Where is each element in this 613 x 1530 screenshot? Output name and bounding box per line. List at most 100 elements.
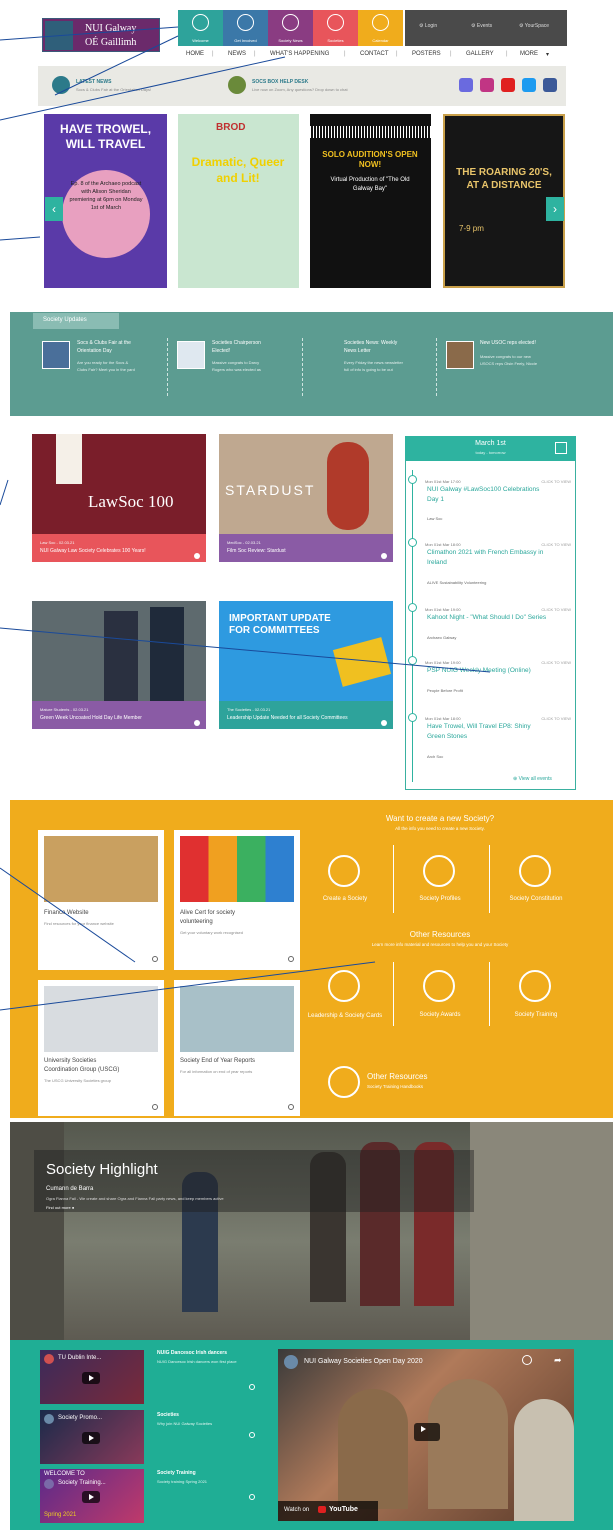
- instagram-icon[interactable]: [480, 78, 494, 92]
- events-link[interactable]: ⚙ Events: [471, 23, 492, 29]
- society-profiles-link[interactable]: Society Profiles: [395, 896, 485, 902]
- event-card-mature[interactable]: Mature Students - 02.03.21 Green Week Un…: [32, 601, 206, 729]
- yourspace-link[interactable]: ⚙ YourSpace: [519, 23, 549, 29]
- resource-card-uscg[interactable]: University Societies Coordination Group …: [38, 980, 164, 1116]
- nav-news[interactable]: NEWS: [228, 51, 246, 57]
- update-thumbnail[interactable]: [177, 341, 205, 369]
- handbooks-title[interactable]: Other Resources: [367, 1072, 427, 1081]
- arrow-icon[interactable]: [249, 1494, 255, 1500]
- tile-societies[interactable]: Societies: [313, 10, 358, 46]
- event-more-link[interactable]: CLICK TO VIEW: [541, 716, 571, 721]
- video-title[interactable]: NUIG Dancesoc Irish dancers: [157, 1350, 227, 1356]
- login-link[interactable]: ⚙ Login: [419, 23, 437, 29]
- nav-more[interactable]: MORE: [520, 51, 538, 57]
- update-title[interactable]: Societies News: Weekly: [344, 340, 397, 346]
- book-icon[interactable]: [519, 855, 551, 887]
- event-more-link[interactable]: CLICK TO VIEW: [541, 660, 571, 665]
- video-title[interactable]: Society Training: [157, 1470, 196, 1476]
- play-icon[interactable]: [414, 1423, 440, 1441]
- help-desk-text[interactable]: Live now on Zoom, Any questions? Drop do…: [252, 87, 348, 92]
- arrow-icon[interactable]: [249, 1384, 255, 1390]
- nav-contact[interactable]: CONTACT: [360, 51, 389, 57]
- arrow-icon[interactable]: [152, 1104, 158, 1110]
- people-icon[interactable]: [328, 855, 360, 887]
- tile-welcome[interactable]: Welcome: [178, 10, 223, 46]
- crown-icon[interactable]: [328, 970, 360, 1002]
- arrow-icon[interactable]: [381, 553, 387, 559]
- update-title-2[interactable]: News Letter: [344, 348, 371, 354]
- update-thumbnail[interactable]: [446, 341, 474, 369]
- resource-card-reports[interactable]: Society End of Year Reports For all info…: [174, 980, 300, 1116]
- event-title[interactable]: PSP NUIG Weekly Meeting (Online): [427, 667, 531, 674]
- play-icon[interactable]: [82, 1491, 100, 1503]
- arrow-icon[interactable]: [249, 1432, 255, 1438]
- discord-icon[interactable]: [459, 78, 473, 92]
- profile-icon[interactable]: [423, 855, 455, 887]
- event-title[interactable]: Kahoot Night - "What Should I Do" Series: [427, 614, 546, 621]
- calendar-event[interactable]: Mon 01st Mar 18:00 CLICK TO VIEW Have Tr…: [425, 716, 573, 766]
- event-title[interactable]: Climathon 2021 with French Embassy in: [427, 549, 543, 556]
- arrow-icon[interactable]: [194, 553, 200, 559]
- award-icon[interactable]: [423, 970, 455, 1002]
- nav-gallery[interactable]: GALLERY: [466, 51, 494, 57]
- latest-news-title[interactable]: LATEST NEWS: [76, 79, 111, 85]
- watch-on-youtube[interactable]: Watch on YouTube: [278, 1501, 378, 1521]
- update-title[interactable]: Societies Chairperson: [212, 340, 261, 346]
- video-title[interactable]: Societies: [157, 1412, 179, 1418]
- nav-posters[interactable]: POSTERS: [412, 51, 441, 57]
- highlight-link[interactable]: Find out more ●: [46, 1205, 74, 1210]
- society-awards-link[interactable]: Society Awards: [395, 1012, 485, 1018]
- resource-card-finance[interactable]: Finance Website Find resources for your …: [38, 830, 164, 970]
- event-card-lawsoc[interactable]: LawSoc 100 Law Soc - 02.03.21 NUI Galway…: [32, 434, 206, 562]
- calendar-icon[interactable]: [555, 442, 567, 454]
- resource-card-alive[interactable]: Alive Cert for society volunteering Get …: [174, 830, 300, 970]
- society-constitution-link[interactable]: Society Constitution: [490, 896, 582, 902]
- nav-home[interactable]: HOME: [186, 51, 204, 57]
- arrow-icon[interactable]: [152, 956, 158, 962]
- calendar-event[interactable]: Mon 01st Mar 19:00 CLICK TO VIEW Kahoot …: [425, 607, 573, 647]
- update-title[interactable]: New USOC reps elected!: [480, 340, 536, 346]
- tile-get-involved[interactable]: Get Involved: [223, 10, 268, 46]
- update-title[interactable]: Socs & Clubs Fair at the: [77, 340, 131, 346]
- facebook-icon[interactable]: [543, 78, 557, 92]
- event-title-2[interactable]: Green Stones: [427, 733, 467, 740]
- update-title-2[interactable]: Elected!: [212, 348, 230, 354]
- calendar-event[interactable]: Mon 01st Mar 18:00 CLICK TO VIEW Climath…: [425, 542, 573, 592]
- main-video-title[interactable]: NUI Galway Societies Open Day 2020: [304, 1358, 423, 1365]
- training-icon[interactable]: [519, 970, 551, 1002]
- highlight-society-name[interactable]: Cumann de Barra: [46, 1186, 93, 1192]
- event-title[interactable]: Have Trowel, Will Travel EP8: Shiny: [427, 723, 531, 730]
- create-society-link[interactable]: Create a Society: [300, 896, 390, 902]
- clock-icon[interactable]: [522, 1355, 532, 1365]
- event-title[interactable]: NUI Galway #LawSoc100 Celebrations: [427, 486, 539, 493]
- handbook-icon[interactable]: [328, 1066, 360, 1098]
- event-title-2[interactable]: Day 1: [427, 496, 444, 503]
- carousel-slide-drama[interactable]: BROD Dramatic, Queer and Lit!: [178, 114, 299, 288]
- carousel-prev-button[interactable]: ‹: [45, 197, 63, 221]
- tile-calendar[interactable]: Calendar: [358, 10, 403, 46]
- update-title-2[interactable]: Orientation Day: [77, 348, 112, 354]
- tile-society-news[interactable]: Society News: [268, 10, 313, 46]
- arrow-icon[interactable]: [381, 720, 387, 726]
- arrow-icon[interactable]: [288, 956, 294, 962]
- arrow-icon[interactable]: [194, 720, 200, 726]
- event-more-link[interactable]: CLICK TO VIEW: [541, 542, 571, 547]
- twitter-icon[interactable]: [522, 78, 536, 92]
- video-thumbnail[interactable]: Society Promo...: [40, 1410, 144, 1464]
- latest-news-text[interactable]: Socs & Clubs Fair at the Orientation Day…: [76, 87, 151, 92]
- arrow-icon[interactable]: [288, 1104, 294, 1110]
- chevron-down-icon[interactable]: ▾: [546, 51, 549, 58]
- calendar-event[interactable]: Mon 01st Mar 17:00 CLICK TO VIEW NUI Gal…: [425, 479, 573, 527]
- event-more-link[interactable]: CLICK TO VIEW: [541, 479, 571, 484]
- video-thumbnail[interactable]: WELCOME TO Society Training... Spring 20…: [40, 1469, 144, 1523]
- view-all-events-link[interactable]: ⊕ View all events: [513, 776, 552, 782]
- event-card-stardust[interactable]: STARDUST MedSoc - 02.03.21 Film Soc Revi…: [219, 434, 393, 562]
- play-icon[interactable]: [82, 1372, 100, 1384]
- society-training-link[interactable]: Society Training: [490, 1012, 582, 1018]
- event-title-2[interactable]: Ireland: [427, 559, 447, 566]
- event-more-link[interactable]: CLICK TO VIEW: [541, 607, 571, 612]
- nav-whats-happening[interactable]: WHAT'S HAPPENING: [270, 51, 329, 57]
- main-video-player[interactable]: NUI Galway Societies Open Day 2020 ➦ Wat…: [278, 1349, 574, 1521]
- help-desk-title[interactable]: SOCS BOX HELP DESK: [252, 79, 308, 85]
- play-icon[interactable]: [82, 1432, 100, 1444]
